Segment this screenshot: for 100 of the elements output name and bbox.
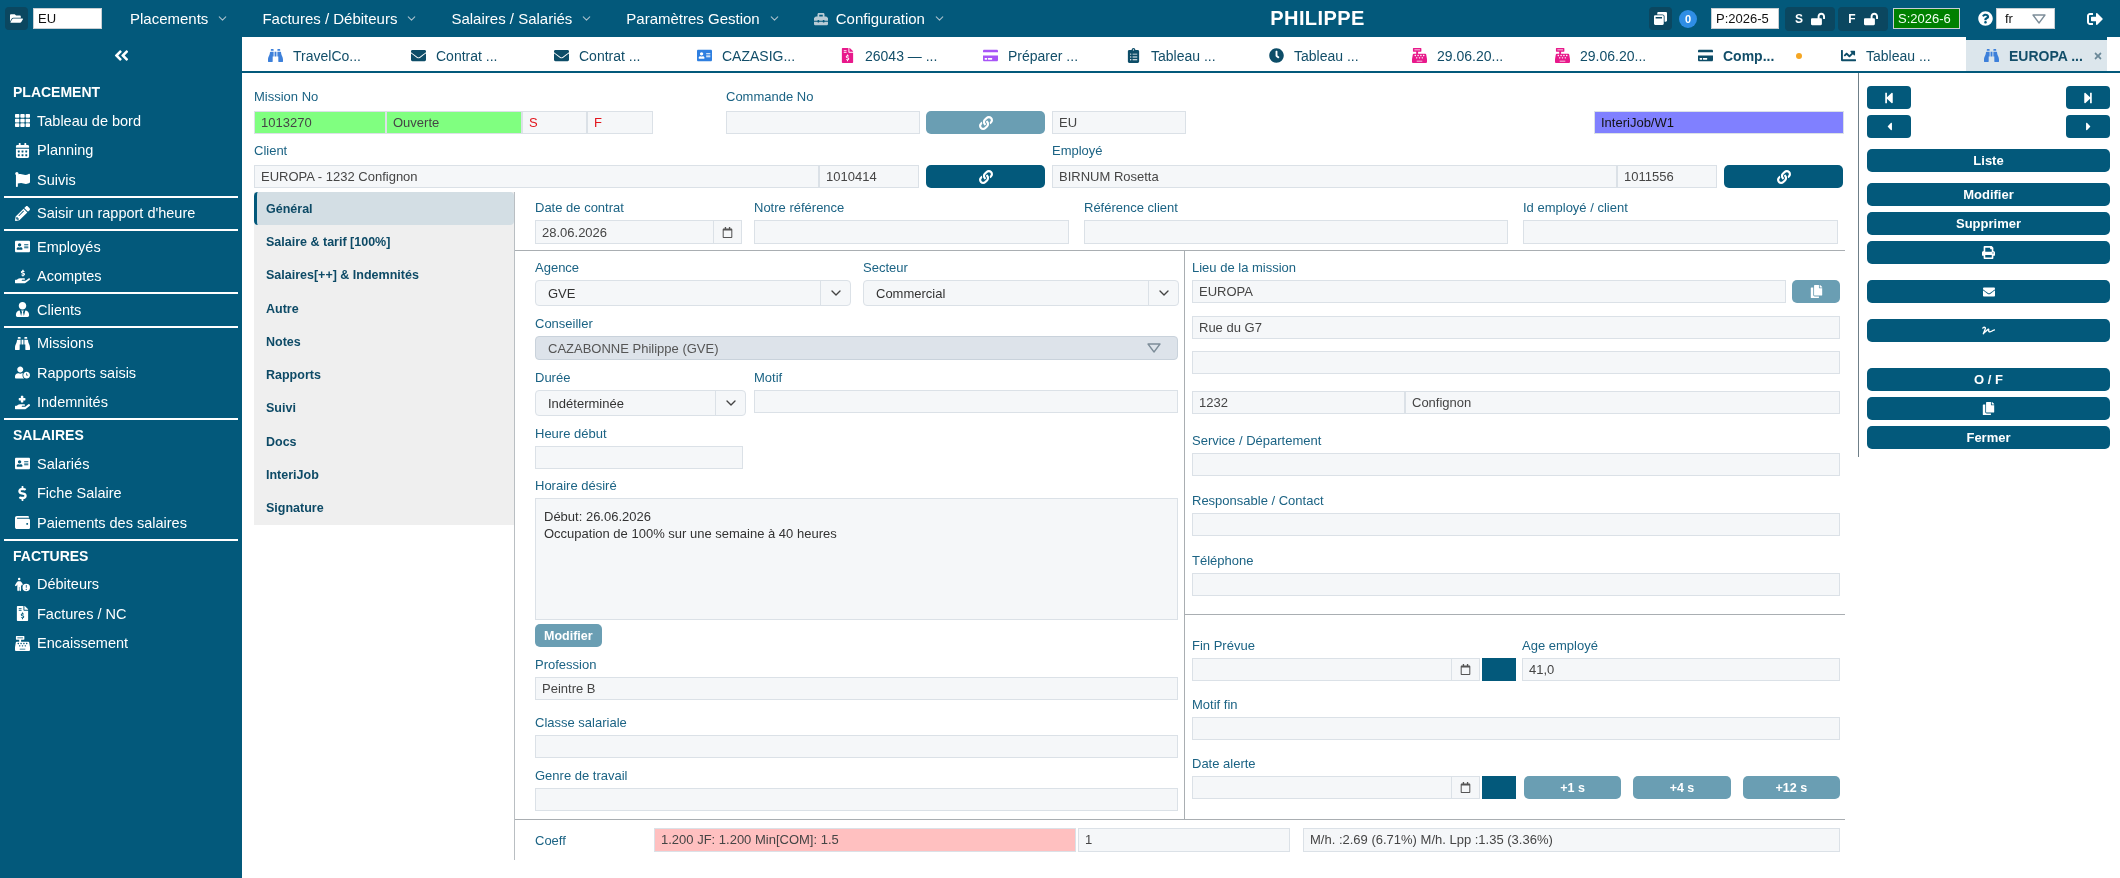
- address-field[interactable]: [1192, 351, 1840, 374]
- date-field[interactable]: 28.06.2026: [535, 220, 742, 244]
- menu-item[interactable]: Salaires / Salariés: [451, 10, 594, 27]
- mission-number-field[interactable]: 1013270: [254, 111, 386, 134]
- section-tab[interactable]: Signature: [254, 491, 514, 525]
- link-button[interactable]: [926, 165, 1045, 188]
- sidebar-item[interactable]: Tableau de bord: [0, 106, 242, 136]
- agency-code-field[interactable]: EU: [1052, 111, 1186, 134]
- square-button[interactable]: [1482, 658, 1516, 681]
- tab[interactable]: Tableau ...: [1108, 37, 1249, 71]
- search-field[interactable]: EU: [33, 8, 102, 29]
- salary-class-field[interactable]: [535, 735, 1178, 758]
- folder-button[interactable]: [5, 7, 28, 30]
- logout-icon[interactable]: [2087, 10, 2103, 27]
- square-button[interactable]: [1482, 776, 1516, 799]
- tab[interactable]: 29.06.20...: [1394, 37, 1535, 71]
- windows-button[interactable]: [1649, 7, 1672, 30]
- work-type-field[interactable]: [535, 788, 1178, 811]
- sidebar-item[interactable]: Paiements des salaires: [0, 508, 242, 538]
- age-field[interactable]: 41,0: [1522, 658, 1840, 681]
- sidebar-item[interactable]: Missions: [0, 328, 242, 358]
- action-button[interactable]: Fermer: [1867, 426, 2110, 449]
- profession-field[interactable]: Peintre B: [535, 677, 1178, 700]
- section-tab[interactable]: Salaire & tarif [100%]: [254, 225, 514, 259]
- sidebar-item[interactable]: Factures / NC: [0, 599, 242, 629]
- tab[interactable]: Contrat ...: [536, 37, 677, 71]
- sidebar-item[interactable]: Clients: [0, 295, 242, 325]
- flag-field[interactable]: S: [522, 111, 587, 134]
- reason-field[interactable]: [754, 390, 1178, 413]
- postcode-field[interactable]: 1232: [1192, 391, 1405, 414]
- print-button[interactable]: [1867, 241, 2110, 264]
- coeff-field[interactable]: M/h. :2.69 (6.71%) M/h. Lpp :1.35 (3.36%): [1303, 828, 1840, 852]
- period-field[interactable]: P:2026-5: [1711, 8, 1779, 29]
- number-field[interactable]: 1011556: [1617, 165, 1717, 188]
- copy-button[interactable]: [1792, 280, 1840, 303]
- tab[interactable]: 26043 — ...: [822, 37, 963, 71]
- sidebar-item[interactable]: Saisir un rapport d'heure: [0, 198, 242, 228]
- tab[interactable]: CAZASIG...: [679, 37, 820, 71]
- section-tab[interactable]: Salaires[++] & Indemnités: [254, 258, 514, 292]
- time-field[interactable]: [535, 446, 743, 469]
- street-field[interactable]: Rue du G7: [1192, 316, 1840, 339]
- action-button[interactable]: Supprimer: [1867, 212, 2110, 235]
- tab[interactable]: TravelCo...: [250, 37, 391, 71]
- action-button[interactable]: Liste: [1867, 149, 2110, 172]
- email-button[interactable]: [1867, 280, 2110, 303]
- first-record-button[interactable]: [1867, 86, 1911, 109]
- salary-period-field[interactable]: S:2026-6: [1893, 8, 1960, 29]
- lock-toggle[interactable]: S: [1785, 6, 1835, 31]
- phone-field[interactable]: [1192, 573, 1840, 596]
- signature-button[interactable]: [1867, 319, 2110, 342]
- section-tab[interactable]: Docs: [254, 425, 514, 459]
- section-tab[interactable]: Général: [254, 192, 514, 226]
- agency-select[interactable]: GVE: [535, 280, 851, 306]
- sidebar-item[interactable]: Suivis: [0, 165, 242, 195]
- copy-button[interactable]: [1867, 397, 2110, 420]
- order-number-field[interactable]: [726, 111, 920, 134]
- name-field[interactable]: EUROPA - 1232 Confignon: [254, 165, 819, 188]
- mission-status-field[interactable]: Ouverte: [386, 111, 522, 134]
- action-button[interactable]: O / F: [1867, 368, 2110, 391]
- tab[interactable]: Comp...: [1680, 37, 1821, 71]
- section-tab[interactable]: Suivi: [254, 391, 514, 426]
- sidebar-item[interactable]: Acomptes: [0, 261, 242, 291]
- next-button[interactable]: [2066, 115, 2110, 138]
- tab[interactable]: EUROPA ...: [1966, 37, 2107, 71]
- close-icon[interactable]: [2092, 50, 2103, 61]
- tab[interactable]: 29.06.20...: [1537, 37, 1678, 71]
- coeff-field[interactable]: 1.200 JF: 1.200 Min[COM]: 1.5: [654, 828, 1076, 852]
- tab[interactable]: Tableau ...: [1251, 37, 1392, 71]
- sector-select[interactable]: Commercial: [863, 280, 1179, 306]
- action-button[interactable]: Modifier: [1867, 183, 2110, 206]
- sidebar-item[interactable]: Encaissement: [0, 628, 242, 658]
- section-tab[interactable]: InteriJob: [254, 458, 514, 492]
- number-field[interactable]: 1010414: [819, 165, 919, 188]
- location-name-field[interactable]: EUROPA: [1192, 280, 1786, 303]
- duration-select[interactable]: Indéterminée: [535, 390, 746, 416]
- text-field[interactable]: [1084, 220, 1508, 244]
- city-field[interactable]: Confignon: [1405, 391, 1840, 414]
- text-field[interactable]: [1523, 220, 1838, 244]
- menu-item[interactable]: Paramètres Gestion: [626, 10, 781, 27]
- end-reason-field[interactable]: [1192, 717, 1840, 740]
- flag-field[interactable]: F: [587, 111, 653, 134]
- contact-field[interactable]: [1192, 513, 1840, 536]
- menu-item[interactable]: Configuration: [813, 10, 946, 27]
- section-tab[interactable]: Rapports: [254, 358, 514, 392]
- tab[interactable]: Tableau ...: [1823, 37, 1964, 71]
- link-button[interactable]: [1724, 165, 1843, 188]
- menu-item[interactable]: Factures / Débiteurs: [262, 10, 419, 27]
- sidebar-item[interactable]: Indemnités: [0, 387, 242, 417]
- name-field[interactable]: BIRNUM Rosetta: [1052, 165, 1617, 188]
- tab[interactable]: Contrat ...: [393, 37, 534, 71]
- sidebar-item[interactable]: Rapports saisis: [0, 358, 242, 388]
- tab[interactable]: Préparer ...: [965, 37, 1106, 71]
- department-field[interactable]: [1192, 453, 1840, 476]
- sidebar-item[interactable]: Salariés: [0, 449, 242, 479]
- channel-field[interactable]: InteriJob/W1: [1594, 111, 1844, 134]
- sidebar-item[interactable]: Fiche Salaire: [0, 478, 242, 508]
- section-tab[interactable]: Notes: [254, 325, 514, 359]
- date-field[interactable]: [1192, 776, 1480, 799]
- help-icon[interactable]: [1978, 11, 1993, 26]
- menu-item[interactable]: Placements: [130, 10, 230, 27]
